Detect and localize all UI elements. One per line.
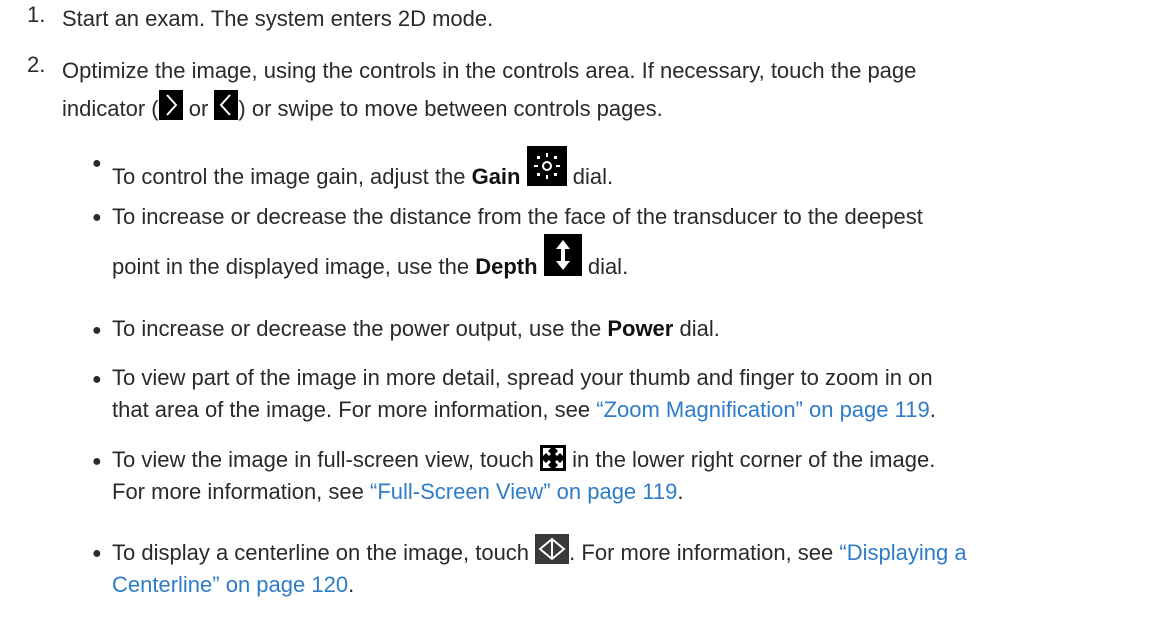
fullscreen-icon	[540, 445, 566, 471]
bullet-text: dial.	[679, 316, 720, 341]
bullet-text: dial.	[587, 254, 629, 279]
gain-label: Gain	[471, 164, 521, 189]
depth-label: Depth	[475, 254, 538, 279]
bullet-text: dial.	[572, 164, 614, 189]
displaying-centerline-link[interactable]: “Displaying a	[839, 540, 966, 565]
step-number: 2.	[27, 52, 46, 77]
bullet-text: To view the image in full-screen view, t…	[112, 447, 534, 472]
step-text: or	[188, 96, 209, 121]
bullet-depth: ● To increase or decrease the distance f…	[92, 200, 1135, 292]
full-screen-view-link[interactable]: “Full-Screen View” on page 119	[370, 479, 677, 504]
step-text: indicator (	[62, 96, 159, 121]
bullet-zoom: ● To view part of the image in more deta…	[92, 362, 1135, 426]
bullet-text: .	[348, 572, 355, 597]
chevron-left-icon	[214, 90, 239, 120]
bullet-fullscreen: ● To view the image in full-screen view,…	[92, 445, 936, 504]
displaying-centerline-link[interactable]: Centerline” on page 120	[112, 572, 348, 597]
bullet-text: To increase or decrease the power output…	[112, 316, 602, 341]
step-number: 1.	[27, 2, 46, 27]
bullet-text: point in the displayed image, use the	[112, 254, 470, 279]
bullet-text: To view part of the image in more detail…	[112, 365, 933, 390]
bullet-text: in the lower right corner of the image.	[572, 447, 936, 472]
zoom-magnification-link[interactable]: “Zoom Magnification” on page 119	[596, 397, 929, 422]
bullet-text: that area of the image. For more informa…	[112, 397, 591, 422]
bullet-text: For more information, see	[112, 479, 364, 504]
bullet-text: .	[677, 479, 684, 504]
bullet-centerline: ● To display a centerline on the image, …	[92, 534, 1135, 601]
document-page: 1. Start an exam. The system enters 2D m…	[0, 0, 1155, 644]
bullet-text: To increase or decrease the distance fro…	[112, 204, 923, 229]
bullet-text: . For more information, see	[569, 540, 834, 565]
bullet-text: To display a centerline on the image, to…	[112, 540, 530, 565]
step-text: Start an exam. The system enters 2D mode…	[62, 6, 494, 31]
centerline-icon	[535, 534, 570, 564]
chevron-right-icon	[158, 90, 183, 120]
step-text: ) or swipe to move between controls page…	[238, 96, 663, 121]
gain-icon	[526, 146, 567, 186]
bullet-power: ● To increase or decrease the power outp…	[92, 316, 720, 341]
power-label: Power	[607, 316, 674, 341]
bullet-text: .	[929, 397, 936, 422]
depth-icon	[543, 234, 582, 276]
bullet-gain: ● To control the image gain, adjust the …	[92, 146, 1135, 193]
step-text: Optimize the image, using the controls i…	[62, 58, 917, 83]
bullet-text: To control the image gain, adjust the	[112, 164, 466, 189]
